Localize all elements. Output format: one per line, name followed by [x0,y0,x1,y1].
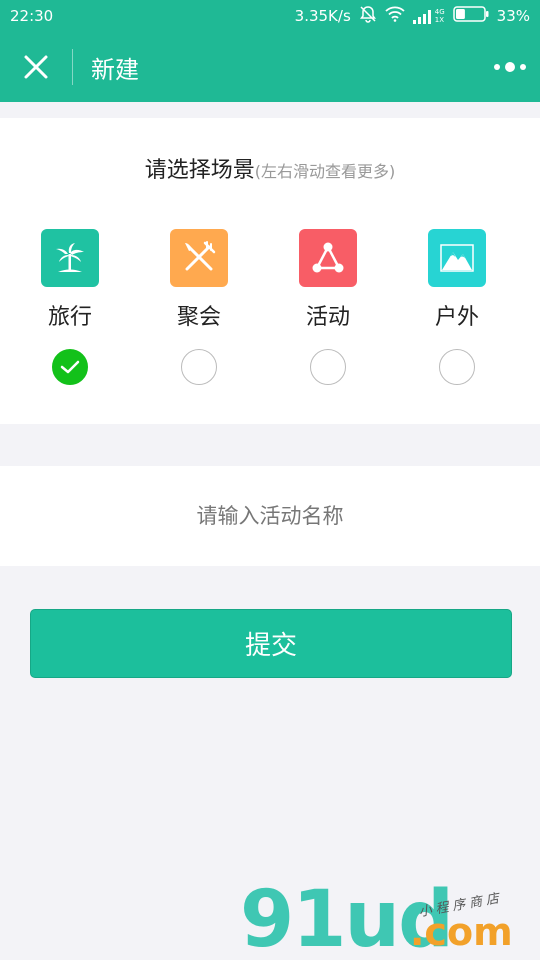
mute-bell-icon [359,5,377,27]
nav-divider [72,49,73,85]
palm-tree-icon [41,229,99,287]
scene-label: 户外 [434,305,479,330]
network-type: 4G [434,8,445,16]
scene-heading: 请选择场景(左右滑动查看更多) [0,152,540,184]
more-dots-icon [494,64,500,70]
signal-icon: 4G 1X [412,8,445,24]
wifi-icon [385,6,405,26]
close-button[interactable] [0,32,72,102]
activity-name-card [0,466,540,566]
network-speed: 3.35K/s [294,7,351,25]
scene-label: 活动 [305,305,350,330]
submit-button[interactable]: 提交 [30,609,512,678]
page-title: 新建 [91,55,139,84]
more-button[interactable] [480,32,540,102]
watermark: 91ud 小程序商店 .com [240,880,530,960]
battery-icon [452,6,489,26]
mountain-icon [428,229,486,287]
more-dots-icon-right [520,64,526,70]
scene-item-travel[interactable]: 旅行 [20,229,120,385]
network-icon [299,229,357,287]
scene-item-outdoor[interactable]: 户外 [407,229,507,385]
scene-radio[interactable] [181,349,217,385]
fork-knife-icon [170,229,228,287]
status-bar: 22:30 3.35K/s 4G 1X 33% [0,0,540,32]
scene-item-activity[interactable]: 活动 [278,229,378,385]
scene-label: 聚会 [176,305,221,330]
more-dots-icon-center [505,62,515,72]
check-icon [60,360,80,374]
activity-name-input[interactable] [0,466,540,566]
scene-heading-text: 请选择场景 [144,158,255,183]
scene-radio[interactable] [310,349,346,385]
scene-radio-checked[interactable] [52,349,88,385]
nav-bar: 新建 [0,32,540,102]
scene-label: 旅行 [47,305,92,330]
close-icon [24,55,48,79]
status-right: 3.35K/s 4G 1X 33% [295,5,530,27]
battery-percent: 33% [496,7,530,25]
scene-scroll-hint: (左右滑动查看更多) [254,162,396,181]
watermark-domain: .com [410,910,513,954]
status-time: 22:30 [10,7,54,25]
scene-radio[interactable] [439,349,475,385]
scene-item-party[interactable]: 聚会 [149,229,249,385]
network-sub-type: 1X [434,16,445,24]
scene-card: 请选择场景(左右滑动查看更多) 旅行 聚会 活动 户外 [0,118,540,424]
